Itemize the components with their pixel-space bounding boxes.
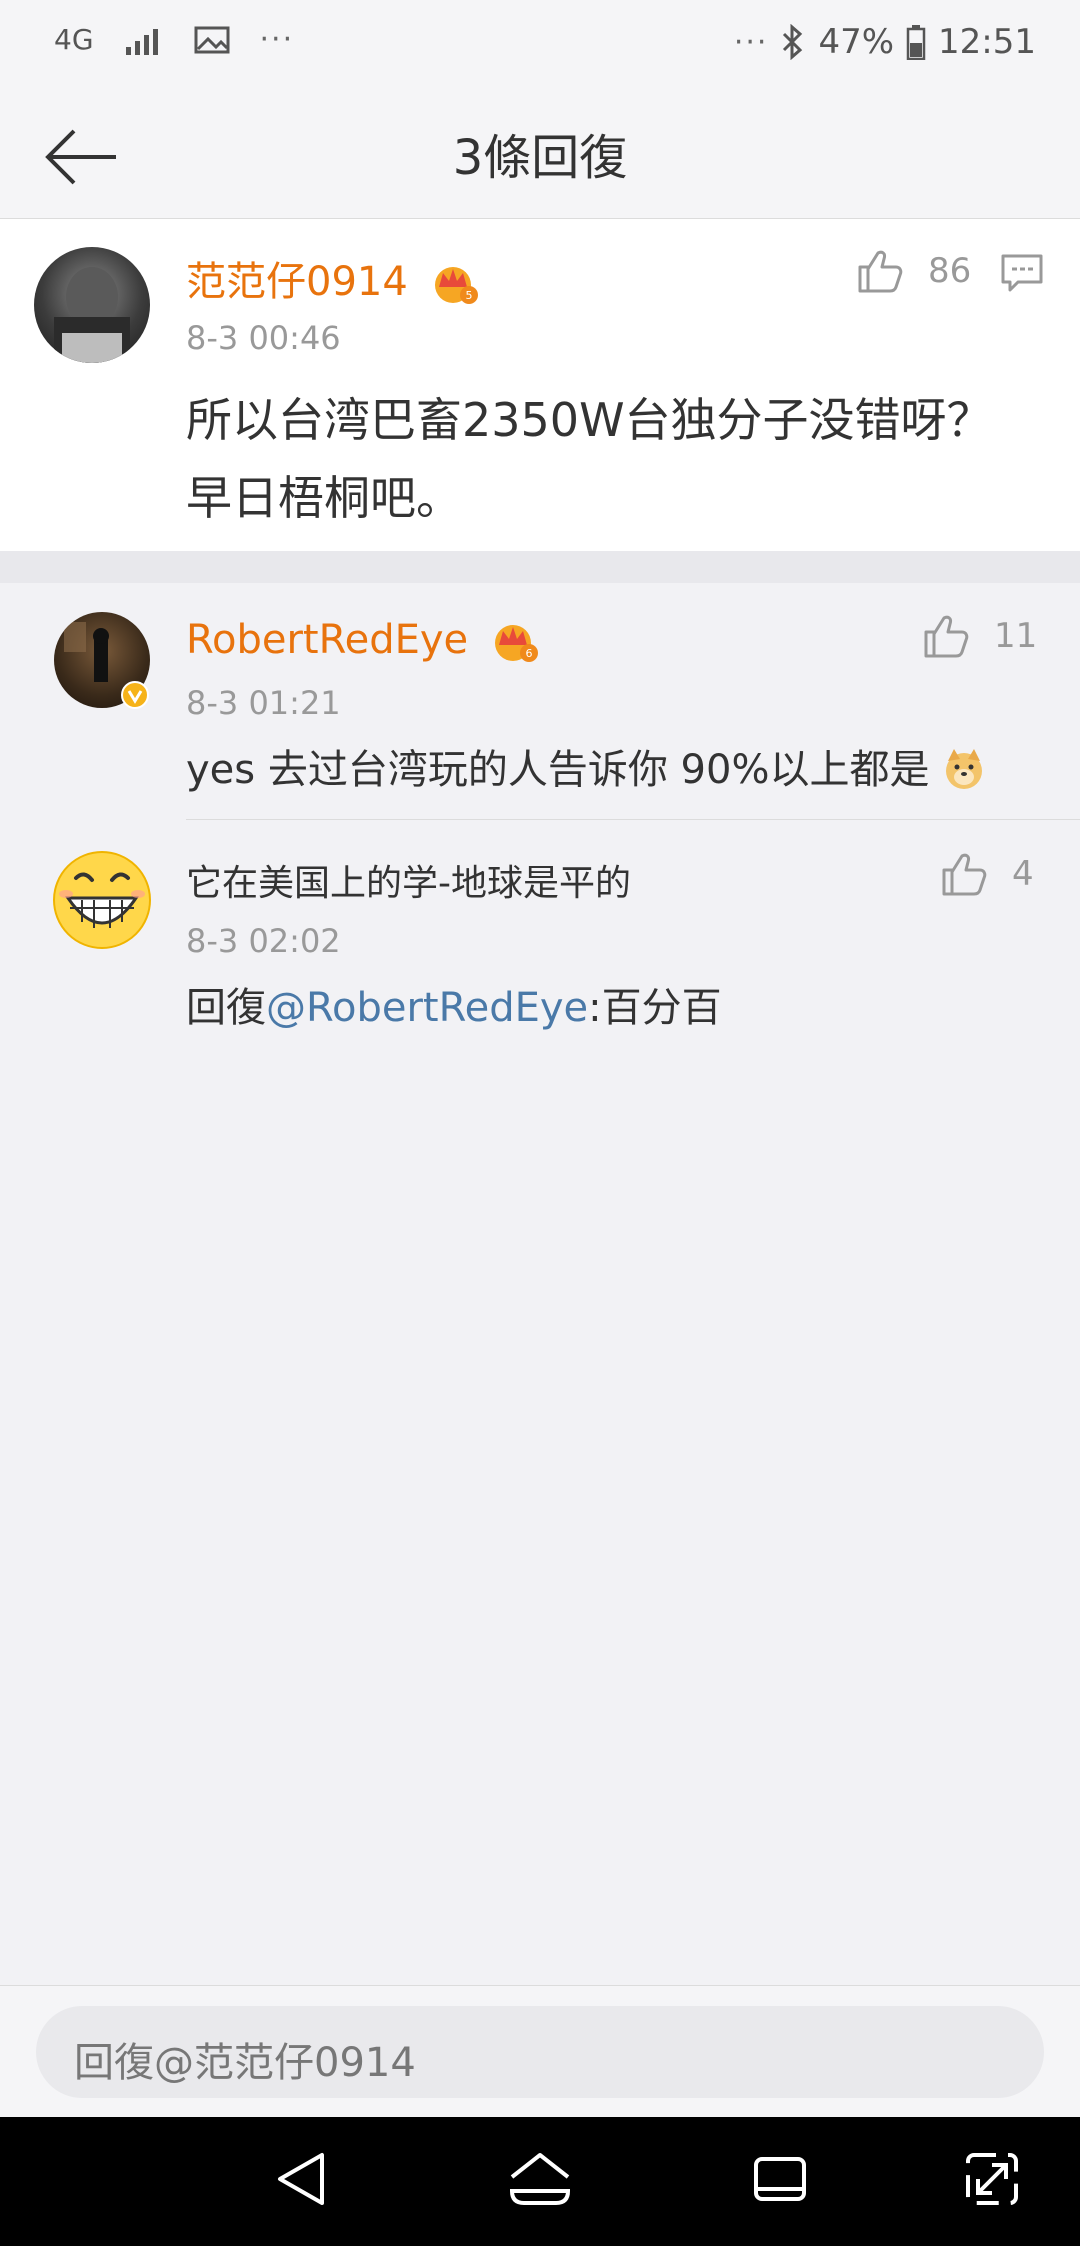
username-text[interactable]: RobertRedEye	[186, 617, 468, 663]
like-count: 86	[928, 251, 972, 291]
vip-crown-icon: 6	[494, 625, 538, 662]
comment-time: 8-3 00:46	[186, 319, 341, 357]
like-count: 4	[1012, 854, 1034, 894]
thumbs-up-icon[interactable]	[856, 247, 904, 295]
clock: 12:51	[938, 22, 1036, 62]
reply-text: yes 去过台湾玩的人告诉你 90%以上都是	[186, 742, 986, 798]
reply-time: 8-3 02:02	[186, 922, 341, 960]
page-title: 3條回復	[452, 130, 628, 186]
reply-text: 回復@RobertRedEye:百分百	[186, 980, 722, 1036]
system-nav-bar	[0, 2117, 1080, 2246]
mention-link[interactable]: @RobertRedEye	[266, 985, 588, 1031]
reply-text-content: :百分百	[588, 985, 722, 1031]
reply-bar: 回復@范范仔0914	[0, 1985, 1080, 2118]
reply-username[interactable]: RobertRedEye 6	[186, 617, 539, 663]
status-bar: 4G ··· ··· 47% 12:51	[0, 0, 1080, 92]
reply-username[interactable]: 它在美国上的学-地球是平的	[186, 854, 631, 906]
header: 3條回復	[0, 92, 1080, 219]
like-button[interactable]: 11	[922, 612, 1037, 660]
verified-badge-icon	[121, 681, 149, 709]
comment-line-2: 早日梧桐吧。	[186, 471, 462, 525]
like-count: 11	[994, 616, 1038, 656]
notification-more: ···	[259, 22, 295, 57]
vip-crown-icon: 5	[434, 267, 478, 304]
main-comment: 范范仔0914 5 8-3 00:46 86 所以台湾巴畜2350W台独分子没错…	[0, 219, 1080, 551]
doge-emoji-icon	[946, 749, 983, 789]
comment-text: 所以台湾巴畜2350W台独分子没错呀？ 早日梧桐吧。	[186, 381, 993, 537]
back-nav-icon[interactable]	[270, 2147, 334, 2211]
thumbs-up-icon[interactable]	[922, 612, 970, 660]
reply-input[interactable]: 回復@范范仔0914	[36, 2006, 1044, 2098]
avatar[interactable]	[34, 247, 150, 363]
reply-prefix: 回復	[186, 985, 266, 1031]
bluetooth-icon	[783, 24, 803, 60]
signal-icon	[125, 28, 158, 55]
network-type: 4G	[54, 23, 94, 56]
like-button[interactable]: 4	[940, 850, 1034, 898]
battery-percent: 47%	[818, 22, 895, 62]
expand-icon[interactable]	[960, 2147, 1024, 2211]
section-divider	[0, 551, 1080, 583]
reply-divider	[186, 819, 1080, 820]
comment-line-1: 所以台湾巴畜2350W台独分子没错呀？	[186, 393, 993, 447]
comment-icon[interactable]	[1000, 253, 1044, 293]
svg-text:5: 5	[465, 289, 472, 302]
battery-icon	[906, 25, 926, 60]
svg-text:6: 6	[525, 647, 532, 660]
image-icon	[194, 26, 230, 53]
thumbs-up-icon[interactable]	[940, 850, 988, 898]
reply-text-content: yes 去过台湾玩的人告诉你 90%以上都是	[186, 747, 930, 793]
username-text[interactable]: 范范仔0914	[186, 259, 408, 305]
home-nav-icon[interactable]	[506, 2147, 574, 2211]
like-button[interactable]: 86	[856, 247, 971, 295]
reply-input-placeholder: 回復@范范仔0914	[74, 2040, 416, 2086]
comment-username[interactable]: 范范仔0914 5	[186, 249, 479, 307]
status-more: ···	[733, 24, 769, 60]
avatar[interactable]	[52, 850, 152, 950]
recent-apps-icon[interactable]	[748, 2147, 812, 2211]
reply-time: 8-3 01:21	[186, 684, 341, 722]
